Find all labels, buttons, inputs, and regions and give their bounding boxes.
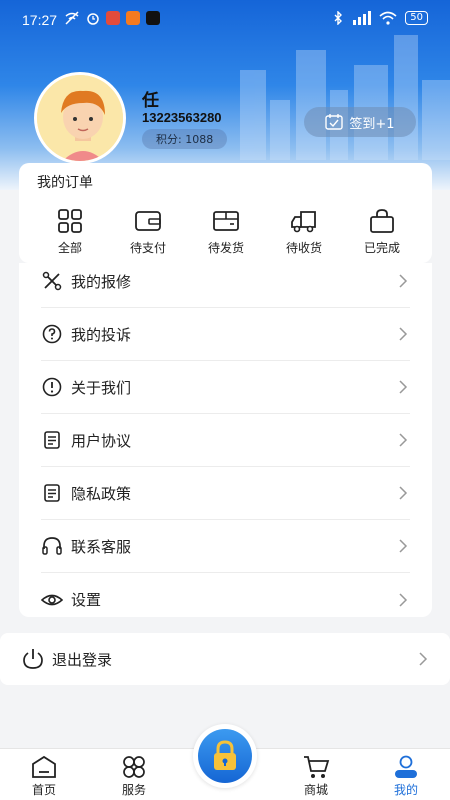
menu-item-label: 关于我们 xyxy=(71,378,132,397)
grid-icon xyxy=(58,209,82,233)
chevron-right-icon xyxy=(399,539,408,553)
tab-label: 我的 xyxy=(393,783,418,797)
menu-item-repair[interactable]: 我的报修 xyxy=(41,255,410,308)
order-pending-payment-label: 待支付 xyxy=(129,241,166,255)
points-badge: 积分: 1088 xyxy=(142,129,228,149)
document-icon xyxy=(44,484,60,502)
menu-item-customer-service[interactable]: 联系客服 xyxy=(41,520,410,573)
menu-item-complaint[interactable]: 我的投诉 xyxy=(41,308,410,361)
tab-label: 首页 xyxy=(31,783,56,797)
question-icon xyxy=(42,324,62,344)
order-all-label: 全部 xyxy=(57,241,82,255)
battery-icon: 50 xyxy=(405,11,428,25)
chevron-right-icon xyxy=(419,652,428,666)
my-orders-card: 我的订单 全部 待支付 待发货 待收货 已完成 xyxy=(19,163,432,263)
order-pending-shipment-button[interactable]: 待发货 xyxy=(187,209,265,256)
menu-item-label: 我的报修 xyxy=(71,272,132,291)
chevron-right-icon xyxy=(399,486,408,500)
orders-title: 我的订单 xyxy=(37,175,93,191)
alarm-icon xyxy=(87,13,99,25)
menu-item-settings[interactable]: 设置 xyxy=(41,573,410,626)
menu-item-label: 联系客服 xyxy=(71,537,132,556)
bluetooth-icon xyxy=(334,11,343,25)
calendar-check-icon xyxy=(325,114,344,130)
chevron-right-icon xyxy=(399,327,408,341)
order-pending-receipt-button[interactable]: 待收货 xyxy=(265,209,343,256)
tools-icon xyxy=(42,271,62,291)
chevron-right-icon xyxy=(399,592,408,607)
menu-item-label: 我的投诉 xyxy=(71,325,132,344)
info-icon xyxy=(42,377,62,397)
eye-icon xyxy=(41,594,63,605)
order-pending-receipt-label: 待收货 xyxy=(285,241,322,255)
tab-label: 商城 xyxy=(303,783,328,797)
services-icon xyxy=(123,756,145,778)
chevron-right-icon xyxy=(399,433,408,447)
logout-button[interactable]: 退出登录 xyxy=(0,633,450,685)
unlock-button[interactable] xyxy=(193,724,257,788)
status-time: 17:27 xyxy=(22,12,58,28)
wifi-icon xyxy=(379,11,397,25)
order-pending-payment-button[interactable]: 待支付 xyxy=(109,209,187,256)
menu-item-label: 隐私政策 xyxy=(71,484,132,503)
chevron-right-icon xyxy=(399,380,408,394)
lock-icon xyxy=(214,740,236,770)
home-icon xyxy=(32,755,56,778)
box-icon xyxy=(213,211,239,231)
wallet-icon xyxy=(135,211,161,231)
status-bar: 17:27 50 xyxy=(0,0,450,40)
wifi-off-icon xyxy=(65,11,79,25)
truck-icon xyxy=(291,211,316,233)
avatar[interactable] xyxy=(34,72,126,164)
power-icon xyxy=(23,649,43,669)
menu-item-user-agreement[interactable]: 用户协议 xyxy=(41,414,410,467)
user-name: 任 xyxy=(142,91,159,111)
order-completed-label: 已完成 xyxy=(363,241,400,255)
app-badge-icon xyxy=(106,11,120,25)
tab-services[interactable]: 服务 xyxy=(104,755,164,798)
order-all-button[interactable]: 全部 xyxy=(31,209,109,256)
menu-item-privacy-policy[interactable]: 隐私政策 xyxy=(41,467,410,520)
chevron-right-icon xyxy=(399,274,408,288)
user-phone: 13223563280 xyxy=(142,110,222,125)
tab-home[interactable]: 首页 xyxy=(14,755,74,798)
taobao-icon xyxy=(126,11,140,25)
menu-item-label: 用户协议 xyxy=(71,431,132,450)
tab-mall[interactable]: 商城 xyxy=(286,755,346,798)
city-skyline-decoration xyxy=(230,30,450,160)
menu-item-about[interactable]: 关于我们 xyxy=(41,361,410,414)
user-icon xyxy=(395,755,417,778)
checkin-button[interactable]: 签到+1 xyxy=(304,107,416,137)
tab-label: 服务 xyxy=(121,783,146,797)
order-completed-button[interactable]: 已完成 xyxy=(343,209,421,256)
order-pending-shipment-label: 待发货 xyxy=(207,241,244,255)
document-icon xyxy=(44,431,60,449)
menu-list: 我的报修 我的投诉 关于我们 用户协议 隐私政策 联系客服 设置 xyxy=(19,263,432,617)
headset-icon xyxy=(42,537,62,555)
tiktok-icon xyxy=(146,11,160,25)
menu-item-label: 设置 xyxy=(71,591,102,609)
cart-icon xyxy=(304,756,330,778)
logout-label: 退出登录 xyxy=(52,650,113,669)
checkin-label: 签到+1 xyxy=(349,116,395,132)
tab-mine[interactable]: 我的 xyxy=(376,755,436,798)
signal-icon xyxy=(353,11,372,25)
bag-icon xyxy=(370,209,394,233)
